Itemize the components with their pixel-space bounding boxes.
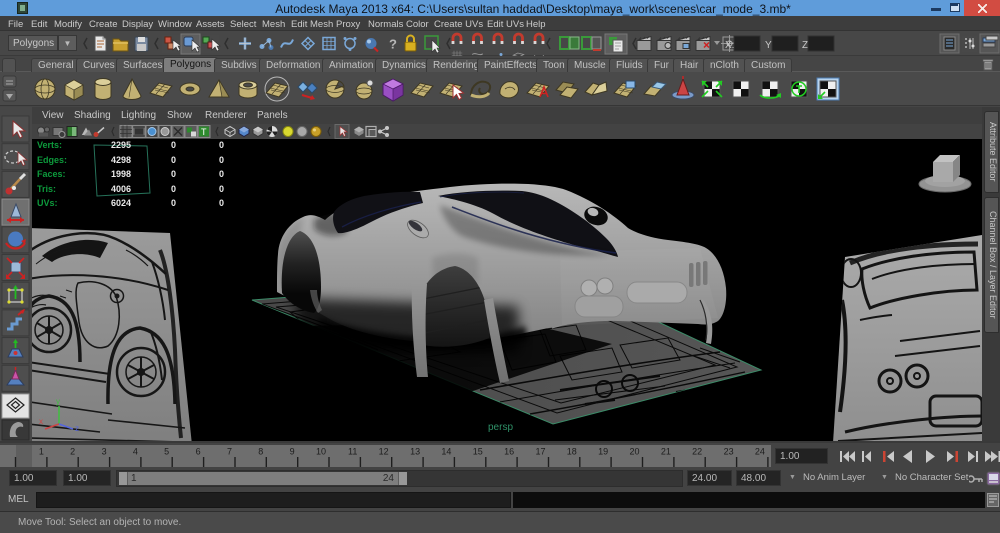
svg-text:18: 18 (567, 447, 577, 457)
svg-text:?: ? (389, 37, 397, 52)
svg-text:22: 22 (692, 447, 702, 457)
svg-text:11: 11 (348, 447, 357, 457)
svg-text:T: T (201, 127, 207, 137)
svg-text:z: z (75, 424, 79, 433)
svg-text:13: 13 (410, 447, 420, 457)
svg-text:X:: X: (725, 40, 734, 51)
svg-text:17: 17 (535, 447, 545, 457)
svg-text:15: 15 (473, 447, 483, 457)
svg-text:9: 9 (290, 447, 295, 457)
svg-text:12: 12 (379, 447, 389, 457)
svg-text:14: 14 (441, 447, 451, 457)
svg-text:4: 4 (133, 447, 138, 457)
svg-text:persp: persp (488, 422, 513, 433)
svg-text:6: 6 (196, 447, 201, 457)
svg-text:24: 24 (755, 447, 765, 457)
svg-text:8: 8 (258, 447, 263, 457)
svg-text:7: 7 (227, 447, 232, 457)
svg-text:2: 2 (70, 447, 75, 457)
svg-text:y: y (56, 397, 60, 406)
svg-text:5: 5 (164, 447, 169, 457)
svg-text:1: 1 (39, 447, 44, 457)
svg-text:x: x (39, 417, 43, 426)
svg-text:3: 3 (102, 447, 107, 457)
svg-text:10: 10 (316, 447, 326, 457)
svg-text:16: 16 (504, 447, 514, 457)
svg-text:20: 20 (629, 447, 639, 457)
svg-text:23: 23 (724, 447, 734, 457)
svg-text:19: 19 (598, 447, 608, 457)
svg-text:21: 21 (661, 447, 671, 457)
